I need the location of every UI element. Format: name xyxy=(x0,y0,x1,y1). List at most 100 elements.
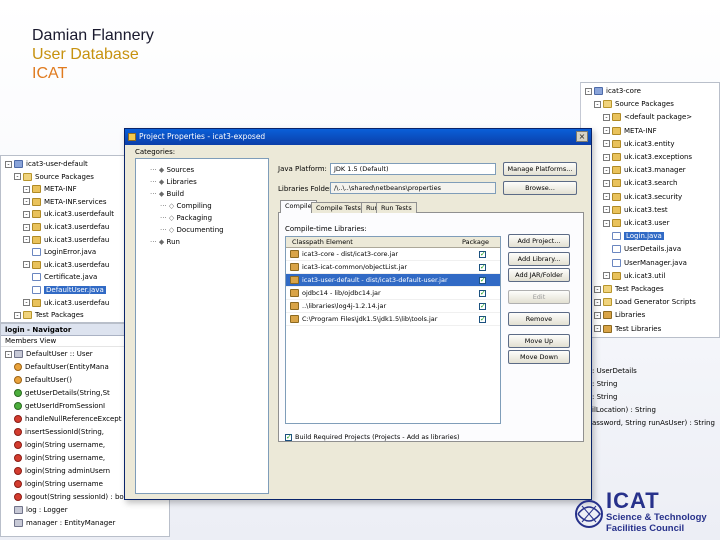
tree-item[interactable]: login(String username, xyxy=(14,453,105,464)
manage-platforms-button[interactable]: Manage Platforms... xyxy=(503,162,577,176)
tree-item[interactable]: - Source Packages xyxy=(594,99,674,110)
tree-item[interactable]: insertSessionId(String, xyxy=(14,427,104,438)
table-row[interactable]: ..\libraries\log4j-1.2.14.jar ✓ xyxy=(286,300,500,313)
expand-toggle-icon[interactable]: - xyxy=(23,299,30,307)
tree-item[interactable]: - META-INF xyxy=(603,126,657,137)
remove-button[interactable]: Remove xyxy=(508,312,570,326)
add-project-button[interactable]: Add Project... xyxy=(508,234,570,248)
expand-toggle-icon[interactable]: - xyxy=(594,325,601,333)
libraries-folder-field[interactable]: /\..\..\shared\netbeans\properties xyxy=(330,182,496,194)
expand-toggle-icon[interactable]: - xyxy=(23,210,30,218)
tree-item[interactable]: - Test Libraries xyxy=(594,324,661,335)
tree-item[interactable]: - uk.icat3.user xyxy=(603,218,670,229)
edit-button[interactable]: Edit xyxy=(508,290,570,304)
package-checkbox[interactable]: ✓ xyxy=(479,277,486,284)
expand-toggle-icon[interactable]: - xyxy=(603,113,610,121)
add-library-button[interactable]: Add Library... xyxy=(508,252,570,266)
tree-item[interactable]: - uk.icat3.userdefau xyxy=(23,298,109,309)
tree-item[interactable]: - DefaultUser :: User xyxy=(5,349,93,360)
tree-item[interactable]: - uk.icat3.userdefau xyxy=(23,222,109,233)
table-row[interactable]: icat3-user-default - dist/icat3-default-… xyxy=(286,274,500,287)
expand-toggle-icon[interactable]: - xyxy=(594,311,601,319)
tree-item[interactable]: - Test Packages xyxy=(14,310,84,321)
tree-item[interactable]: login(String username, xyxy=(14,440,105,451)
tree-item[interactable]: UserDetails.java xyxy=(612,244,681,255)
tree-item[interactable]: - uk.icat3.userdefault xyxy=(23,209,114,220)
tree-item[interactable]: - uk.icat3.search xyxy=(603,178,677,189)
tree-item[interactable]: getUserDetails(String,St xyxy=(14,388,110,399)
table-row[interactable]: icat3-core - dist/icat3-core.jar ✓ xyxy=(286,248,500,261)
package-checkbox[interactable]: ✓ xyxy=(479,251,486,258)
tree-item[interactable]: log : Logger xyxy=(14,505,68,516)
tree-item[interactable]: UserManager.java xyxy=(612,258,687,269)
tree-item[interactable]: - Libraries xyxy=(594,310,645,321)
tree-item[interactable]: - uk.icat3.entity xyxy=(603,139,675,150)
close-icon[interactable]: × xyxy=(576,131,588,142)
expand-toggle-icon[interactable]: - xyxy=(594,285,601,293)
tree-item[interactable]: getUserIdFromSessionI xyxy=(14,401,105,412)
tree-item[interactable]: DefaultUser.java xyxy=(32,285,106,296)
tree-item[interactable]: Certificate.java xyxy=(32,272,97,283)
table-row[interactable]: ojdbc14 - lib/ojdbc14.jar ✓ xyxy=(286,287,500,300)
expand-toggle-icon[interactable]: - xyxy=(23,236,30,244)
expand-toggle-icon[interactable]: - xyxy=(23,223,30,231)
expand-toggle-icon[interactable]: - xyxy=(603,179,610,187)
tree-item[interactable]: - uk.icat3.exceptions xyxy=(603,152,692,163)
category-item[interactable]: ··· ◇ Documenting xyxy=(160,225,224,236)
expand-toggle-icon[interactable]: - xyxy=(14,173,21,181)
build-projects-checkbox[interactable]: ✓ xyxy=(285,434,292,441)
tree-item[interactable]: - <default package> xyxy=(603,112,692,123)
expand-toggle-icon[interactable]: - xyxy=(603,127,610,135)
java-platform-select[interactable]: JDK 1.5 (Default) xyxy=(330,163,496,175)
category-item[interactable]: ··· ◇ Packaging xyxy=(160,213,212,224)
tree-item[interactable]: handleNullReferenceExcept xyxy=(14,414,121,425)
expand-toggle-icon[interactable]: - xyxy=(585,87,592,95)
tree-item[interactable]: - icat3-user-default xyxy=(5,159,88,170)
tree-item[interactable]: - uk.icat3.test xyxy=(603,205,668,216)
move-up-button[interactable]: Move Up xyxy=(508,334,570,348)
expand-toggle-icon[interactable]: - xyxy=(603,166,610,174)
category-item[interactable]: ··· ◆ Sources xyxy=(150,165,194,176)
tree-item[interactable]: login(String adminUsern xyxy=(14,466,110,477)
tree-item[interactable]: LoginError.java xyxy=(32,247,96,258)
category-item[interactable]: ··· ◆ Libraries xyxy=(150,177,197,188)
move-down-button[interactable]: Move Down xyxy=(508,350,570,364)
add-jar-folder-button[interactable]: Add JAR/Folder xyxy=(508,268,570,282)
table-row[interactable]: icat3-icat-common/objectList.jar ✓ xyxy=(286,261,500,274)
tab-run-tests[interactable]: Run Tests xyxy=(376,202,417,213)
tree-item[interactable]: - META-INF.services xyxy=(23,197,107,208)
category-item[interactable]: ··· ◇ Compiling xyxy=(160,201,212,212)
expand-toggle-icon[interactable]: - xyxy=(603,272,610,280)
package-checkbox[interactable]: ✓ xyxy=(479,303,486,310)
expand-toggle-icon[interactable]: - xyxy=(594,298,601,306)
category-item[interactable]: ··· ◆ Build xyxy=(150,189,184,200)
tree-item[interactable]: manager : EntityManager xyxy=(14,518,115,529)
tree-item[interactable]: - uk.icat3.userdefau xyxy=(23,260,109,271)
expand-toggle-icon[interactable]: - xyxy=(594,100,601,108)
tree-item[interactable]: login(String username xyxy=(14,479,103,490)
tree-item[interactable]: - uk.icat3.util xyxy=(603,271,665,282)
expand-toggle-icon[interactable]: - xyxy=(23,198,30,206)
tree-item[interactable]: DefaultUser(EntityMana xyxy=(14,362,109,373)
package-checkbox[interactable]: ✓ xyxy=(479,264,486,271)
package-checkbox[interactable]: ✓ xyxy=(479,290,486,297)
tree-item[interactable]: - uk.icat3.userdefau xyxy=(23,235,109,246)
expand-toggle-icon[interactable]: - xyxy=(5,350,12,358)
expand-toggle-icon[interactable]: - xyxy=(603,206,610,214)
expand-toggle-icon[interactable]: - xyxy=(5,160,12,168)
tree-item[interactable]: - Test Packages xyxy=(594,284,664,295)
tab-compile-tests[interactable]: Compile Tests xyxy=(311,202,366,213)
tree-item[interactable]: - uk.icat3.security xyxy=(603,192,682,203)
package-checkbox[interactable]: ✓ xyxy=(479,316,486,323)
expand-toggle-icon[interactable]: - xyxy=(23,261,30,269)
expand-toggle-icon[interactable]: - xyxy=(603,219,610,227)
expand-toggle-icon[interactable]: - xyxy=(603,193,610,201)
table-row[interactable]: C:\Program Files\jdk1.5\jdk1.5\lib\tools… xyxy=(286,313,500,326)
tree-item[interactable]: - uk.icat3.manager xyxy=(603,165,686,176)
category-item[interactable]: ··· ◆ Run xyxy=(150,237,180,248)
expand-toggle-icon[interactable]: - xyxy=(23,185,30,193)
tree-item[interactable]: Login.java xyxy=(612,231,664,242)
tree-item[interactable]: - icat3-core xyxy=(585,86,641,97)
dialog-title-bar[interactable]: Project Properties - icat3-exposed × xyxy=(125,129,591,145)
tree-item[interactable]: - Load Generator Scripts xyxy=(594,297,696,308)
